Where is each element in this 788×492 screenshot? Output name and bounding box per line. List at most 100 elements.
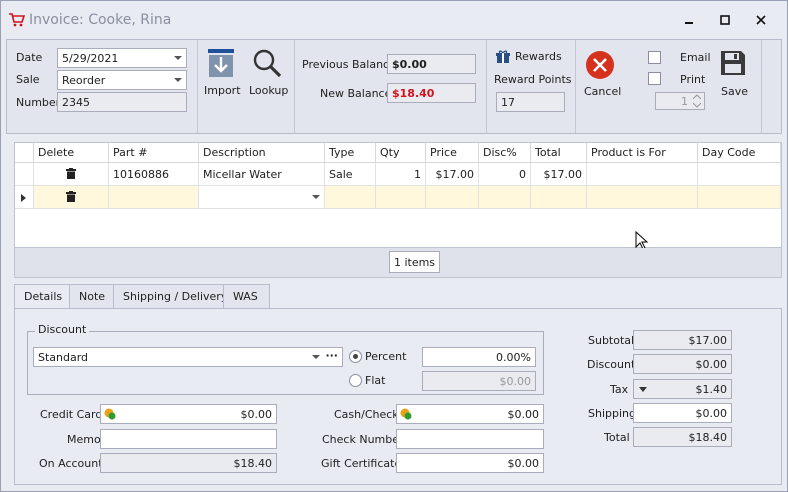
column-header-delete[interactable]: Delete — [34, 143, 109, 163]
discount-select-value: Standard — [38, 351, 89, 364]
column-header-product-for[interactable]: Product is For — [587, 143, 698, 163]
new-cell-disc[interactable] — [479, 186, 531, 209]
tab-details[interactable]: Details — [14, 284, 70, 310]
cell-qty[interactable]: 1 — [376, 163, 426, 186]
tax-label: Tax — [610, 383, 629, 396]
memo-input[interactable] — [100, 429, 277, 449]
delete-row-button[interactable] — [34, 186, 109, 209]
print-copies-value: 1 — [681, 95, 688, 108]
trash-icon — [66, 168, 76, 179]
cancel-button[interactable] — [585, 50, 615, 80]
memo-label: Memo — [67, 433, 101, 446]
check-number-input[interactable] — [396, 429, 544, 449]
new-cell-description[interactable] — [199, 186, 325, 209]
column-header-description[interactable]: Description — [199, 143, 325, 163]
new-cell-product-for[interactable] — [587, 186, 698, 209]
ellipsis-icon: ··· — [325, 349, 338, 362]
discount-total-value: $0.00 — [633, 354, 732, 374]
sale-type-value: Reorder — [62, 74, 106, 87]
new-cell-total[interactable] — [531, 186, 587, 209]
tab-note[interactable]: Note — [69, 284, 114, 309]
flat-input[interactable]: $0.00 — [422, 371, 536, 391]
rewards-button[interactable]: Rewards — [496, 49, 562, 65]
save-button[interactable] — [720, 50, 748, 78]
column-header-part[interactable]: Part # — [109, 143, 199, 163]
previous-balance-value: $0.00 — [387, 54, 476, 74]
column-header-disc[interactable]: Disc% — [479, 143, 531, 163]
column-header-day-code[interactable]: Day Code — [698, 143, 781, 163]
total-label: Total — [604, 431, 630, 444]
new-cell-qty[interactable] — [376, 186, 426, 209]
column-header-qty[interactable]: Qty — [376, 143, 426, 163]
chevron-down-icon — [174, 56, 182, 60]
total-value: $18.40 — [633, 427, 732, 447]
gift-certificate-input[interactable]: $0.00 — [396, 453, 544, 473]
lookup-button[interactable] — [251, 48, 283, 80]
toolbar: Date 5/29/2021 Sale Reorder Number 2345 … — [6, 39, 782, 134]
shipping-input[interactable]: $0.00 — [633, 403, 732, 423]
tab-shipping-delivery[interactable]: Shipping / Delivery — [113, 284, 227, 309]
import-label: Import — [204, 84, 241, 97]
cell-disc[interactable]: 0 — [479, 163, 531, 186]
new-cell-day-code[interactable] — [698, 186, 781, 209]
chevron-down-icon — [312, 355, 320, 359]
cell-product-for[interactable] — [587, 163, 698, 186]
column-header-total[interactable]: Total — [531, 143, 587, 163]
gift-certificate-label: Gift Certificate — [321, 457, 402, 470]
new-cell-price[interactable] — [426, 186, 479, 209]
new-cell-type[interactable] — [325, 186, 376, 209]
coin-icon — [400, 408, 412, 420]
chevron-down-icon — [639, 387, 647, 392]
email-checkbox[interactable] — [648, 51, 661, 64]
cell-part[interactable]: 10160886 — [109, 163, 199, 186]
divider — [294, 40, 295, 133]
column-header-price[interactable]: Price — [426, 143, 479, 163]
cell-price[interactable]: $17.00 — [426, 163, 479, 186]
divider — [575, 40, 576, 133]
cell-day-code[interactable] — [698, 163, 781, 186]
column-header-type[interactable]: Type — [325, 143, 376, 163]
minimize-button[interactable] — [674, 9, 704, 31]
grid-footer: 1 items — [14, 248, 782, 278]
cell-type[interactable]: Sale — [325, 163, 376, 186]
tab-was[interactable]: WAS — [223, 284, 270, 309]
import-button[interactable] — [207, 48, 235, 80]
shipping-label: Shipping — [588, 407, 636, 420]
discount-select[interactable]: Standard ··· — [33, 347, 343, 367]
percent-radio[interactable] — [349, 350, 362, 363]
cancel-icon — [586, 51, 614, 79]
cash-check-value: $0.00 — [507, 408, 540, 421]
date-picker[interactable]: 5/29/2021 — [57, 48, 187, 68]
tax-select[interactable]: $1.40 — [633, 379, 732, 399]
check-number-label: Check Number — [322, 433, 404, 446]
number-label: Number — [16, 96, 61, 109]
discount-total-label: Discount — [587, 358, 636, 371]
coin-icon — [104, 408, 116, 420]
cash-check-input[interactable]: $0.00 — [396, 404, 544, 424]
line-items-grid[interactable]: Delete Part # Description Type Qty Price… — [14, 142, 782, 250]
flat-radio[interactable] — [349, 374, 362, 387]
cart-icon — [9, 13, 26, 30]
items-count: 1 items — [389, 251, 440, 273]
credit-card-input[interactable]: $0.00 — [100, 404, 277, 424]
rewards-label: Rewards — [515, 50, 562, 63]
print-checkbox[interactable] — [648, 72, 661, 85]
row-indicator-header — [15, 143, 34, 163]
cash-check-label: Cash/Check — [334, 408, 399, 421]
cell-total[interactable]: $17.00 — [531, 163, 587, 186]
close-button[interactable] — [746, 9, 776, 31]
title-bar: Invoice: Cooke, Rina — [1, 1, 787, 39]
reward-points-value: 17 — [496, 92, 565, 112]
print-label: Print — [680, 73, 706, 86]
maximize-button[interactable] — [710, 9, 740, 31]
delete-row-button[interactable] — [34, 163, 109, 186]
gift-icon — [496, 50, 510, 63]
cell-description[interactable]: Micellar Water — [199, 163, 325, 186]
percent-input[interactable]: 0.00% — [422, 347, 536, 367]
cancel-label: Cancel — [584, 85, 622, 98]
new-cell-part[interactable] — [109, 186, 199, 209]
stepper-arrows-icon — [693, 94, 701, 108]
sale-type-select[interactable]: Reorder — [57, 70, 187, 90]
on-account-label: On Account — [39, 457, 103, 470]
print-copies-stepper[interactable]: 1 — [655, 92, 705, 110]
